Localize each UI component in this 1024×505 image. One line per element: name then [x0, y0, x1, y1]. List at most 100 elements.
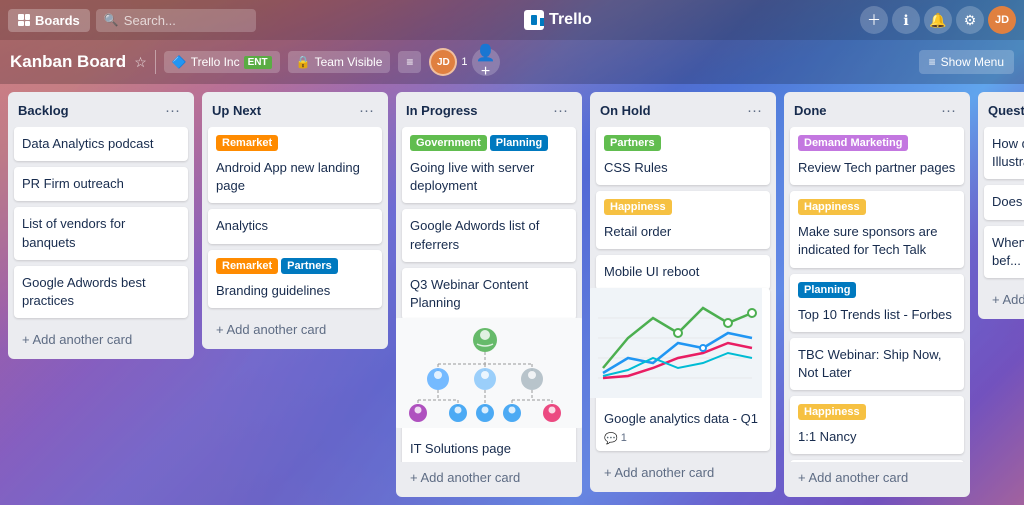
card-going-live[interactable]: Government Planning Going live with serv…	[402, 127, 576, 203]
filter-button[interactable]: ≡	[398, 51, 421, 73]
labels-row: Planning	[798, 282, 956, 302]
label-happiness: Happiness	[798, 199, 866, 215]
add-member-button[interactable]: 👤+	[472, 48, 500, 76]
card-google-adwords-referrers[interactable]: Google Adwords list of referrers	[402, 209, 576, 261]
card-how-do-you[interactable]: How do you ac... Illustrator?	[984, 127, 1024, 179]
labels-row: Remarket Partners	[216, 258, 374, 278]
labels-row: Government Planning	[410, 135, 568, 155]
card-text: Q3 Webinar Content Planning	[410, 276, 568, 312]
card-tbc-webinar[interactable]: TBC Webinar: Ship Now, Not Later	[790, 338, 964, 390]
list-cards-up-next: Remarket Android App new landing page An…	[202, 127, 388, 314]
list-menu-backlog[interactable]: ···	[161, 100, 184, 121]
org-chart-svg	[398, 322, 572, 428]
label-planning: Planning	[798, 282, 856, 298]
card-retail-order[interactable]: Happiness Retail order	[596, 191, 770, 249]
add-card-done[interactable]: + Add another card	[790, 464, 964, 491]
card-google-analytics[interactable]: Google analytics data - Q1 💬 1	[596, 288, 770, 451]
create-button[interactable]: ＋	[860, 6, 888, 34]
card-when-does[interactable]: When does the increase - bef... week?	[984, 226, 1024, 278]
card-content: Google analytics data - Q1 💬 1	[596, 404, 770, 451]
card-text: Google Adwords list of referrers	[410, 217, 568, 253]
user-avatar[interactable]: JD	[988, 6, 1016, 34]
card-text: Going live with server deployment	[410, 159, 568, 195]
add-card-in-progress[interactable]: + Add another card	[402, 464, 576, 491]
visibility-button[interactable]: 🔒 Team Visible	[288, 51, 391, 73]
member-count: 1	[461, 56, 467, 68]
list-header-backlog: Backlog ···	[8, 92, 194, 127]
info-button[interactable]: ℹ	[892, 6, 920, 34]
card-review-tech[interactable]: Demand Marketing Review Tech partner pag…	[790, 127, 964, 185]
list-cards-in-progress: Government Planning Going live with serv…	[396, 127, 582, 462]
card-badges: 💬 1	[604, 432, 762, 445]
add-card-up-next[interactable]: + Add another card	[208, 316, 382, 343]
labels-row: Happiness	[798, 404, 956, 424]
list-backlog: Backlog ··· Data Analytics podcast PR Fi…	[8, 92, 194, 359]
list-title-done: Done	[794, 103, 827, 118]
card-top-10-trends[interactable]: Planning Top 10 Trends list - Forbes	[790, 274, 964, 332]
card-text: How do you ac... Illustrator?	[992, 135, 1024, 171]
labels-row: Demand Marketing	[798, 135, 956, 155]
settings-button[interactable]: ⚙	[956, 6, 984, 34]
list-menu-up-next[interactable]: ···	[355, 100, 378, 121]
card-text: Android App new landing page	[216, 159, 374, 195]
add-card-on-hold[interactable]: + Add another card	[596, 459, 770, 486]
org-badge: ENT	[244, 56, 272, 69]
card-text: Make sure sponsors are indicated for Tec…	[798, 223, 956, 259]
list-title-backlog: Backlog	[18, 103, 69, 118]
trello-icon	[524, 10, 544, 30]
analytics-chart-svg	[590, 288, 762, 398]
card-analytics[interactable]: Analytics	[208, 209, 382, 243]
list-menu-done[interactable]: ···	[937, 100, 960, 121]
app-logo: Trello	[262, 10, 854, 30]
card-css-rules[interactable]: Partners CSS Rules	[596, 127, 770, 185]
card-it-solutions[interactable]: IT Solutions page 💬 1	[402, 318, 576, 462]
card-lead-gen[interactable]: Lead Gen Mandrill stats	[790, 460, 964, 462]
card-text: When does the increase - bef... week?	[992, 234, 1024, 270]
card-text: Analytics	[216, 217, 374, 235]
card-does-screenh[interactable]: Does Screenh...	[984, 185, 1024, 219]
list-menu-on-hold[interactable]: ···	[743, 100, 766, 121]
navbar: Boards 🔍 Trello ＋ ℹ 🔔 ⚙ JD	[0, 0, 1024, 40]
notifications-button[interactable]: 🔔	[924, 6, 952, 34]
card-android-app[interactable]: Remarket Android App new landing page	[208, 127, 382, 203]
list-header-in-progress: In Progress ···	[396, 92, 582, 127]
list-questions: Questions ··· How do you ac... Illustrat…	[978, 92, 1024, 319]
search-input[interactable]	[96, 9, 256, 32]
add-card-backlog[interactable]: + Add another card	[14, 326, 188, 353]
lock-icon: 🔒	[296, 55, 311, 69]
label-remarket: Remarket	[216, 258, 278, 274]
list-title-questions: Questions	[988, 103, 1024, 118]
card-branding-guidelines[interactable]: Remarket Partners Branding guidelines	[208, 250, 382, 308]
label-happiness: Happiness	[604, 199, 672, 215]
card-list-vendors[interactable]: List of vendors for banquets	[14, 207, 188, 259]
search-wrap: 🔍	[96, 9, 256, 32]
card-data-analytics-podcast[interactable]: Data Analytics podcast	[14, 127, 188, 161]
org-name: Trello Inc	[191, 55, 240, 69]
card-content: IT Solutions page 💬 1	[402, 434, 576, 462]
star-icon[interactable]: ☆	[134, 54, 147, 71]
card-mobile-ui[interactable]: Mobile UI reboot	[596, 255, 770, 289]
card-text: PR Firm outreach	[22, 175, 180, 193]
card-q3-webinar[interactable]: Q3 Webinar Content Planning	[402, 268, 576, 320]
list-header-done: Done ···	[784, 92, 970, 127]
labels-row: Remarket	[216, 135, 374, 155]
boards-label: Boards	[35, 13, 80, 28]
card-pr-firm-outreach[interactable]: PR Firm outreach	[14, 167, 188, 201]
card-google-adwords-best[interactable]: Google Adwords best practices	[14, 266, 188, 318]
list-in-progress: In Progress ··· Government Planning Goin…	[396, 92, 582, 497]
show-menu-label: Show Menu	[941, 55, 1004, 69]
org-info[interactable]: 🔷 Trello Inc ENT	[164, 51, 280, 73]
card-text: TBC Webinar: Ship Now, Not Later	[798, 346, 956, 382]
list-header-up-next: Up Next ···	[202, 92, 388, 127]
add-card-questions[interactable]: + Add another card	[984, 286, 1024, 313]
show-menu-button[interactable]: ≡ Show Menu	[919, 50, 1014, 74]
list-menu-in-progress[interactable]: ···	[549, 100, 572, 121]
card-sponsors[interactable]: Happiness Make sure sponsors are indicat…	[790, 191, 964, 267]
list-title-in-progress: In Progress	[406, 103, 478, 118]
member-avatar-1[interactable]: JD	[429, 48, 457, 76]
list-cards-done: Demand Marketing Review Tech partner pag…	[784, 127, 970, 462]
label-planning: Planning	[490, 135, 548, 151]
boards-button[interactable]: Boards	[8, 9, 90, 32]
list-header-questions: Questions ···	[978, 92, 1024, 127]
card-1-1-nancy[interactable]: Happiness 1:1 Nancy	[790, 396, 964, 454]
